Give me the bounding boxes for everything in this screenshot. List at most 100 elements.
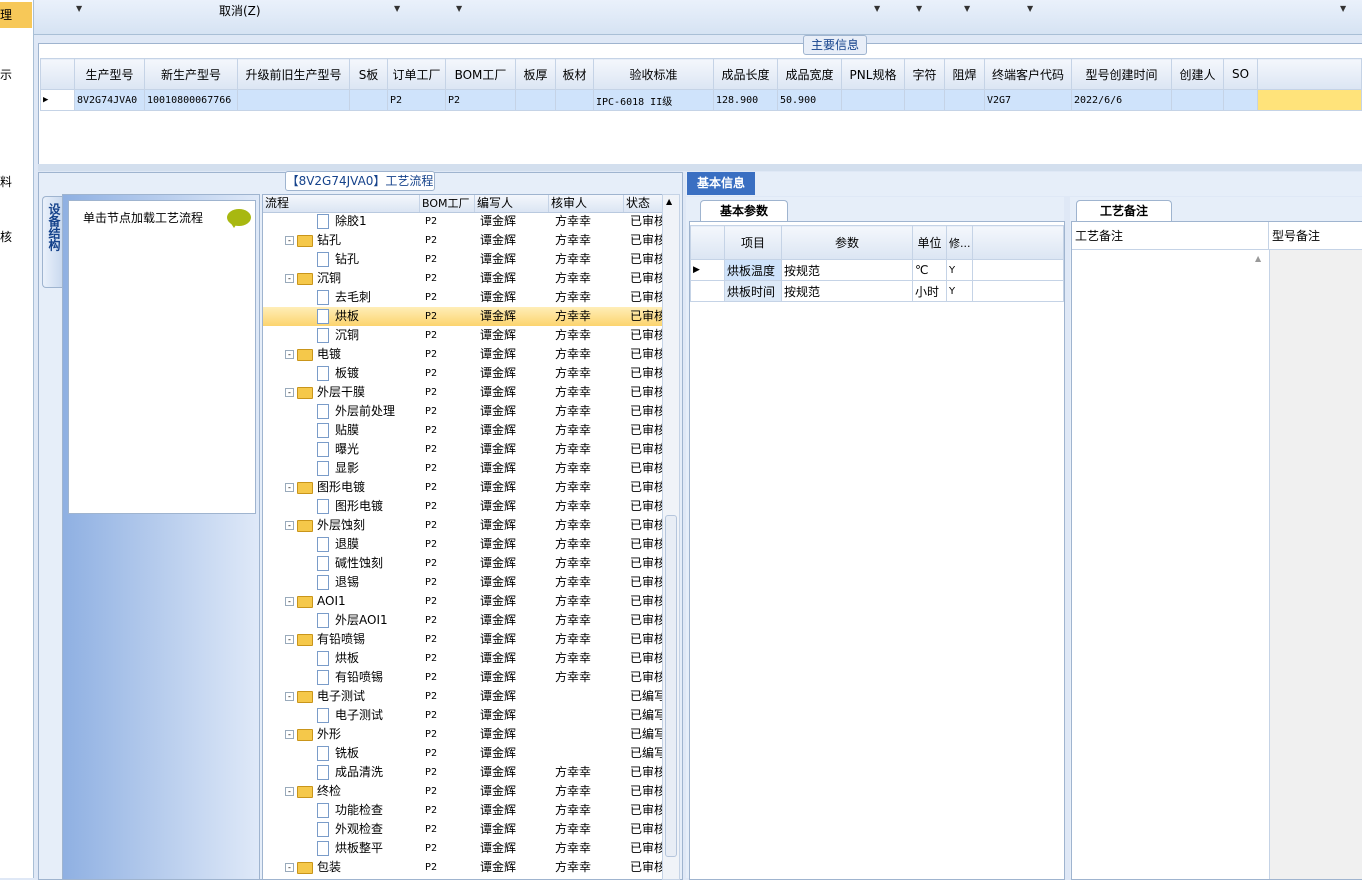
left-nav-item[interactable]: 核: [0, 228, 12, 245]
table-cell[interactable]: [1223, 89, 1258, 111]
tree-row[interactable]: - 外形 P2 谭金辉 已编写: [263, 725, 663, 744]
table-cell[interactable]: [841, 89, 905, 111]
dropdown-arrow-icon[interactable]: ▼: [1027, 4, 1033, 13]
vertical-scrollbar[interactable]: ▲: [662, 194, 680, 880]
tree-row[interactable]: - 外层干膜 P2 谭金辉 方幸幸 已审核: [263, 383, 663, 402]
tree-row[interactable]: 外层前处理 P2 谭金辉 方幸幸 已审核: [263, 402, 663, 421]
tab-basic-info[interactable]: 基本信息: [687, 172, 755, 195]
tree-row[interactable]: - 终检 P2 谭金辉 方幸幸 已审核: [263, 782, 663, 801]
process-remark-textarea[interactable]: [1072, 250, 1270, 879]
column-header[interactable]: 升级前旧生产型号: [237, 58, 350, 90]
dropdown-arrow-icon[interactable]: ▼: [874, 4, 880, 13]
collapse-icon[interactable]: -: [285, 635, 294, 644]
column-header[interactable]: 板厚: [515, 58, 556, 90]
dropdown-arrow-icon[interactable]: ▼: [394, 4, 400, 13]
collapse-icon[interactable]: -: [285, 483, 294, 492]
tree-row[interactable]: 烘板 P2 谭金辉 方幸幸 已审核: [263, 307, 663, 326]
column-header[interactable]: SO: [1223, 58, 1258, 90]
table-cell[interactable]: 按规范: [781, 280, 913, 302]
model-remark-header[interactable]: 型号备注: [1269, 222, 1362, 250]
cancel-button[interactable]: 取消(Z): [219, 2, 261, 19]
tree-row[interactable]: 退膜 P2 谭金辉 方幸幸 已审核: [263, 535, 663, 554]
tree-row[interactable]: 烘板整平 P2 谭金辉 方幸幸 已审核: [263, 839, 663, 858]
horizontal-splitter[interactable]: [38, 164, 1362, 171]
tree-row[interactable]: 钻孔 P2 谭金辉 方幸幸 已审核: [263, 250, 663, 269]
tree-row[interactable]: 除胶1 P2 谭金辉 方幸幸 已审核: [263, 212, 663, 231]
tree-row[interactable]: 沉铜 P2 谭金辉 方幸幸 已审核: [263, 326, 663, 345]
tree-row[interactable]: - 图形电镀 P2 谭金辉 方幸幸 已审核: [263, 478, 663, 497]
node-hint-box[interactable]: 单击节点加载工艺流程: [68, 200, 256, 514]
table-cell[interactable]: 8V2G74JVA0: [74, 89, 145, 111]
tree-row[interactable]: 退锡 P2 谭金辉 方幸幸 已审核: [263, 573, 663, 592]
collapse-icon[interactable]: -: [285, 521, 294, 530]
focused-cell[interactable]: [1257, 89, 1362, 111]
left-nav-item[interactable]: 料: [0, 173, 12, 190]
column-header[interactable]: 流程: [263, 195, 420, 212]
scroll-up-icon[interactable]: ▲: [666, 197, 672, 206]
collapse-icon[interactable]: -: [285, 236, 294, 245]
tab-process-remarks[interactable]: 工艺备注: [1076, 200, 1172, 222]
collapse-icon[interactable]: -: [285, 730, 294, 739]
column-header[interactable]: 订单工厂: [387, 58, 446, 90]
grid-corner[interactable]: [690, 225, 725, 260]
tree-row[interactable]: - AOI1 P2 谭金辉 方幸幸 已审核: [263, 592, 663, 611]
left-nav-item[interactable]: 示: [0, 66, 12, 83]
column-header[interactable]: BOM工厂: [420, 195, 475, 212]
column-header[interactable]: 型号创建时间: [1071, 58, 1172, 90]
column-header[interactable]: 生产型号: [74, 58, 145, 90]
column-header[interactable]: 成品长度: [713, 58, 778, 90]
table-cell[interactable]: P2: [387, 89, 446, 111]
dropdown-arrow-icon[interactable]: ▼: [456, 4, 462, 13]
scroll-thumb[interactable]: [665, 515, 677, 857]
tree-row[interactable]: 图形电镀 P2 谭金辉 方幸幸 已审核: [263, 497, 663, 516]
table-cell[interactable]: [515, 89, 556, 111]
equipment-structure-tab[interactable]: 设备结构: [42, 196, 63, 288]
table-row[interactable]: ▶ 烘板温度 按规范 ℃ Y: [690, 259, 1064, 281]
column-header[interactable]: 编写人: [475, 195, 549, 212]
column-header[interactable]: BOM工厂: [445, 58, 516, 90]
table-cell[interactable]: 50.900: [777, 89, 842, 111]
collapse-icon[interactable]: -: [285, 692, 294, 701]
dropdown-arrow-icon[interactable]: ▼: [916, 4, 922, 13]
collapse-icon[interactable]: -: [285, 787, 294, 796]
table-cell[interactable]: ℃: [912, 259, 947, 281]
table-row[interactable]: ▶ 8V2G74JVA0 10010800067766 P2 P2 IPC-60…: [40, 89, 1362, 111]
column-header[interactable]: 成品宽度: [777, 58, 842, 90]
tree-row[interactable]: 外观检查 P2 谭金辉 方幸幸 已审核: [263, 820, 663, 839]
column-header[interactable]: 项目: [724, 225, 782, 260]
tree-row[interactable]: - 钻孔 P2 谭金辉 方幸幸 已审核: [263, 231, 663, 250]
tree-row[interactable]: 贴膜 P2 谭金辉 方幸幸 已审核: [263, 421, 663, 440]
collapse-icon[interactable]: -: [285, 388, 294, 397]
table-cell[interactable]: 10010800067766: [144, 89, 238, 111]
tree-row[interactable]: 显影 P2 谭金辉 方幸幸 已审核: [263, 459, 663, 478]
table-cell[interactable]: [349, 89, 388, 111]
column-header[interactable]: S板: [349, 58, 388, 90]
tree-row[interactable]: 去毛刺 P2 谭金辉 方幸幸 已审核: [263, 288, 663, 307]
column-header[interactable]: 参数: [781, 225, 913, 260]
column-header[interactable]: 新生产型号: [144, 58, 238, 90]
column-header[interactable]: 板材: [555, 58, 594, 90]
table-cell[interactable]: 128.900: [713, 89, 778, 111]
tree-row[interactable]: - 沉铜 P2 谭金辉 方幸幸 已审核: [263, 269, 663, 288]
tree-row[interactable]: 有铅喷锡 P2 谭金辉 方幸幸 已审核: [263, 668, 663, 687]
tab-basic-params[interactable]: 基本参数: [700, 200, 788, 222]
column-header[interactable]: 核审人: [549, 195, 624, 212]
table-cell[interactable]: [944, 89, 985, 111]
column-header[interactable]: 字符: [904, 58, 945, 90]
column-header[interactable]: 状态: [624, 195, 663, 212]
tree-row[interactable]: 烘板 P2 谭金辉 方幸幸 已审核: [263, 649, 663, 668]
process-remark-header[interactable]: 工艺备注: [1072, 222, 1269, 250]
tree-row[interactable]: 曝光 P2 谭金辉 方幸幸 已审核: [263, 440, 663, 459]
collapse-icon[interactable]: -: [285, 350, 294, 359]
collapse-icon[interactable]: -: [285, 274, 294, 283]
table-cell[interactable]: 按规范: [781, 259, 913, 281]
dropdown-arrow-icon[interactable]: ▼: [964, 4, 970, 13]
column-header[interactable]: 终端客户代码: [984, 58, 1072, 90]
table-cell[interactable]: [555, 89, 594, 111]
collapse-icon[interactable]: -: [285, 863, 294, 872]
tree-row[interactable]: - 外层蚀刻 P2 谭金辉 方幸幸 已审核: [263, 516, 663, 535]
tree-row[interactable]: 外层AOI1 P2 谭金辉 方幸幸 已审核: [263, 611, 663, 630]
table-cell[interactable]: 烘板时间: [724, 280, 782, 302]
table-cell[interactable]: P2: [445, 89, 516, 111]
dropdown-arrow-icon[interactable]: ▼: [76, 4, 82, 13]
